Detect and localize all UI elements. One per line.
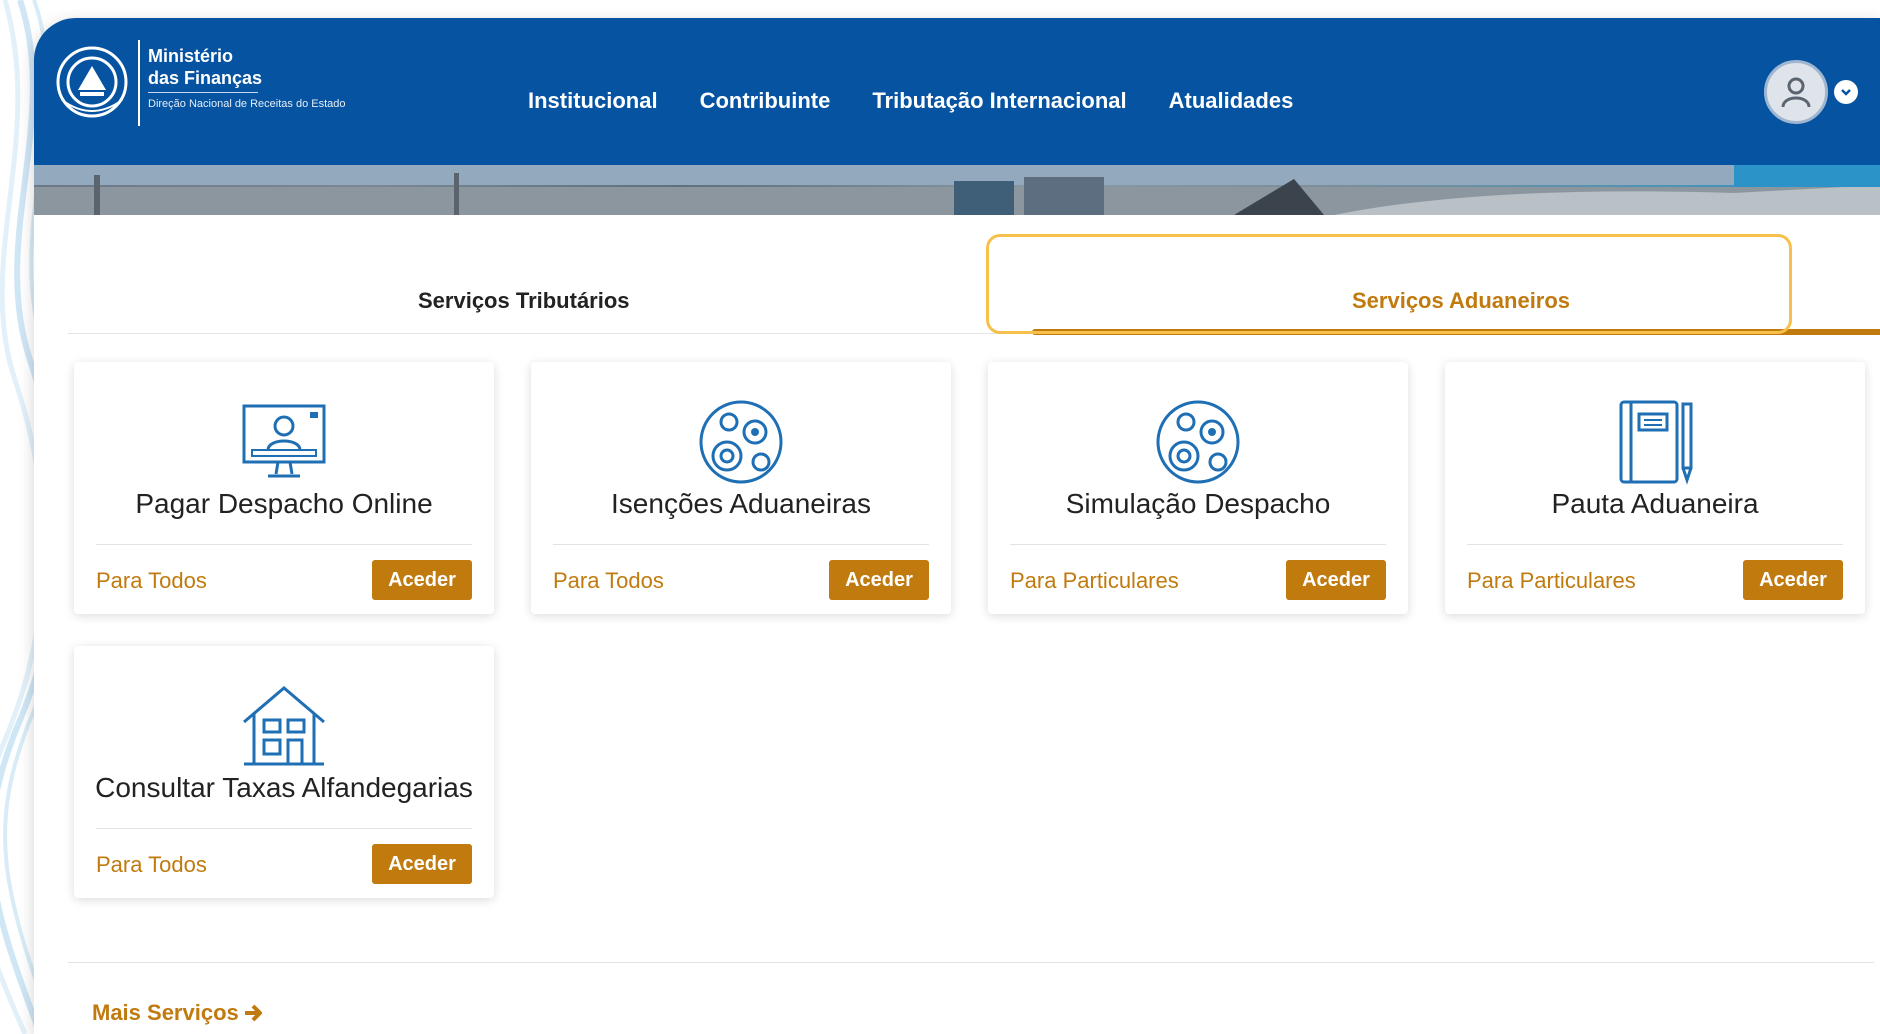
nav-contribuinte[interactable]: Contribuinte xyxy=(700,88,831,114)
card-title: Pauta Aduaneira xyxy=(1551,488,1759,519)
brand-line-2: das Finanças xyxy=(148,68,263,88)
chevron-down-icon[interactable] xyxy=(1834,80,1858,104)
coat-of-arms-icon[interactable] xyxy=(52,42,132,122)
aceder-button[interactable]: Aceder xyxy=(829,560,929,600)
aceder-button[interactable]: Aceder xyxy=(372,560,472,600)
service-card: Simulação Despacho Para Particulares Ace… xyxy=(988,362,1408,614)
site-header: Ministério das Finanças Direção Nacional… xyxy=(34,18,1880,165)
harbor-banner-image xyxy=(34,165,1880,215)
card-divider xyxy=(553,544,929,545)
card-title: Isenções Aduaneiras xyxy=(611,488,871,519)
card-audience: Para Todos xyxy=(96,568,207,593)
card-audience: Para Particulares xyxy=(1010,568,1179,593)
footer-divider xyxy=(68,962,1874,963)
nav-atualidades[interactable]: Atualidades xyxy=(1169,88,1294,114)
user-icon xyxy=(1781,77,1811,108)
harbor-scene-illustration xyxy=(34,165,1880,215)
user-menu[interactable] xyxy=(1764,60,1858,124)
card-title: Pagar Despacho Online xyxy=(135,488,433,519)
aceder-button[interactable]: Aceder xyxy=(372,844,472,884)
nav-tributacao-internacional[interactable]: Tributação Internacional xyxy=(872,88,1126,114)
card-audience: Para Todos xyxy=(553,568,664,593)
more-services-label: Mais Serviços xyxy=(92,1000,239,1025)
nav-institucional[interactable]: Institucional xyxy=(528,88,658,114)
card-audience: Para Todos xyxy=(96,852,207,877)
service-card: Consultar Taxas Alfandegarias Para Todos… xyxy=(74,646,494,898)
gears-icon xyxy=(1156,400,1240,484)
card-divider xyxy=(1010,544,1386,545)
house-icon xyxy=(243,686,325,766)
more-services-link[interactable]: Mais Serviços xyxy=(92,1000,265,1026)
service-tabs: Serviços Tributários Serviços Aduaneiros xyxy=(68,216,1880,335)
arrow-right-icon xyxy=(244,1004,262,1022)
service-card: Pagar Despacho Online Para Todos Aceder xyxy=(74,362,494,614)
card-audience: Para Particulares xyxy=(1467,568,1636,593)
logo-divider xyxy=(138,40,140,126)
card-divider xyxy=(96,828,472,829)
main-nav: Institucional Contribuinte Tributação In… xyxy=(528,88,1335,114)
aceder-button[interactable]: Aceder xyxy=(1286,560,1386,600)
gears-icon xyxy=(699,400,783,484)
monitor-user-icon xyxy=(242,404,326,478)
card-title: Simulação Despacho xyxy=(1065,488,1331,519)
brand-line-1: Ministério xyxy=(148,46,234,66)
tab-highlight-box xyxy=(986,234,1792,334)
card-divider xyxy=(1467,544,1843,545)
card-divider xyxy=(96,544,472,545)
card-title: Consultar Taxas Alfandegarias xyxy=(95,772,473,803)
notebook-pencil-icon xyxy=(1619,400,1693,485)
page-frame: Ministério das Finanças Direção Nacional… xyxy=(34,18,1880,1034)
service-card: Pauta Aduaneira Para Particulares Aceder xyxy=(1445,362,1865,614)
tab-servicos-tributarios[interactable]: Serviços Tributários xyxy=(418,288,630,314)
avatar[interactable] xyxy=(1764,60,1828,124)
aceder-button[interactable]: Aceder xyxy=(1743,560,1843,600)
brand-rule xyxy=(148,92,258,93)
brand-line-3: Direção Nacional de Receitas do Estado xyxy=(148,98,346,110)
service-card: Isenções Aduaneiras Para Todos Aceder xyxy=(531,362,951,614)
